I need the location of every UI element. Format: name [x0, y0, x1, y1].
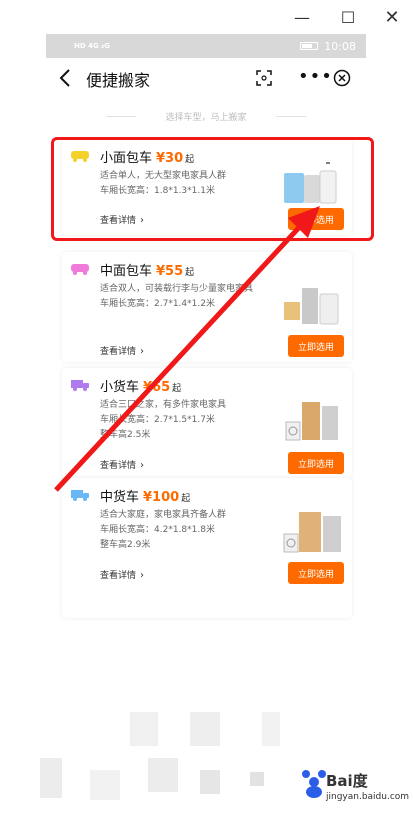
price-suffix: 起 — [185, 268, 195, 278]
page-title: 便捷搬家 — [86, 71, 151, 90]
select-vehicle-button[interactable]: 立即选用 — [288, 562, 344, 584]
price-suffix: 起 — [172, 384, 182, 394]
clock: 10:08 — [324, 39, 356, 53]
close-window-button[interactable]: ✕ — [380, 6, 404, 28]
maximize-button[interactable]: ☐ — [336, 6, 360, 28]
more-menu-button[interactable]: ••• — [298, 66, 333, 87]
view-details-link[interactable]: 查看详情 › — [100, 568, 144, 581]
select-vehicle-button[interactable]: 立即选用 — [288, 452, 344, 474]
nav-bar: 便捷搬家 ••• — [46, 58, 366, 98]
close-icon[interactable] — [333, 69, 351, 87]
vehicle-height: 整车高2.5米 — [100, 430, 151, 440]
vehicle-price: ¥65 — [143, 380, 171, 395]
price-suffix: 起 — [181, 494, 191, 504]
section-hint: 选择车型，马上搬家 — [46, 98, 366, 128]
vehicle-card[interactable]: 小货车 ¥65 起 适合三口之家，有多件家电家具 车厢长宽高：2.7*1.5*1… — [62, 368, 352, 478]
vehicle-dimensions: 车厢长宽高：4.2*1.8*1.8米 — [100, 525, 215, 535]
appliance-illustration — [283, 512, 341, 553]
view-details-link[interactable]: 查看详情 › — [100, 344, 144, 357]
view-details-label: 查看详情 — [100, 571, 137, 581]
vehicle-price: ¥55 — [156, 264, 184, 279]
van-icon — [71, 264, 89, 275]
chevron-right-icon: › — [140, 346, 145, 357]
select-vehicle-button[interactable]: 立即选用 — [288, 335, 344, 357]
chevron-right-icon: › — [140, 460, 145, 471]
vehicle-name: 中面包车 — [100, 264, 153, 279]
annotation-highlight-box — [51, 137, 374, 241]
vehicle-desc: 适合三口之家，有多件家电家具 — [100, 400, 227, 410]
vehicle-dimensions: 车厢长宽高：2.7*1.5*1.7米 — [100, 415, 215, 425]
watermark-brand: Bai度 — [326, 772, 368, 790]
vehicle-card[interactable]: 中面包车 ¥55 起 适合双人，可装载行李与少量家电家具 车厢长宽高：2.7*1… — [62, 252, 352, 362]
vehicle-card[interactable]: 中货车 ¥100 起 适合大家庭，家电家具齐备人群 车厢长宽高：4.2*1.8*… — [62, 478, 352, 618]
vehicle-desc: 适合大家庭，家电家具齐备人群 — [100, 510, 227, 520]
vehicle-name: 小货车 — [100, 380, 140, 395]
vehicle-desc: 适合双人，可装载行李与少量家电家具 — [100, 284, 254, 294]
appliance-illustration — [285, 402, 338, 441]
vehicle-price: ¥100 — [143, 490, 180, 505]
truck-icon — [71, 380, 89, 391]
status-bar: HD 4G ₄G 10:08 — [46, 34, 366, 58]
vehicle-height: 整车高2.9米 — [100, 540, 151, 550]
view-details-label: 查看详情 — [100, 347, 137, 357]
view-details-label: 查看详情 — [100, 461, 137, 471]
window-controls: — ☐ ✕ — [0, 0, 413, 34]
minimize-button[interactable]: — — [290, 6, 314, 28]
network-indicator: HD 4G ₄G — [74, 42, 110, 50]
watermark-url: jingyan.baidu.com — [326, 792, 410, 802]
view-details-link[interactable]: 查看详情 › — [100, 458, 144, 471]
furniture-illustration — [284, 288, 339, 325]
truck-icon — [71, 490, 89, 501]
scan-icon[interactable] — [256, 70, 272, 86]
back-icon[interactable] — [58, 68, 72, 88]
battery-icon — [300, 42, 319, 50]
vehicle-name: 中货车 — [100, 490, 140, 505]
vehicle-dimensions: 车厢长宽高：2.7*1.4*1.2米 — [100, 299, 215, 309]
chevron-right-icon: › — [140, 570, 145, 581]
